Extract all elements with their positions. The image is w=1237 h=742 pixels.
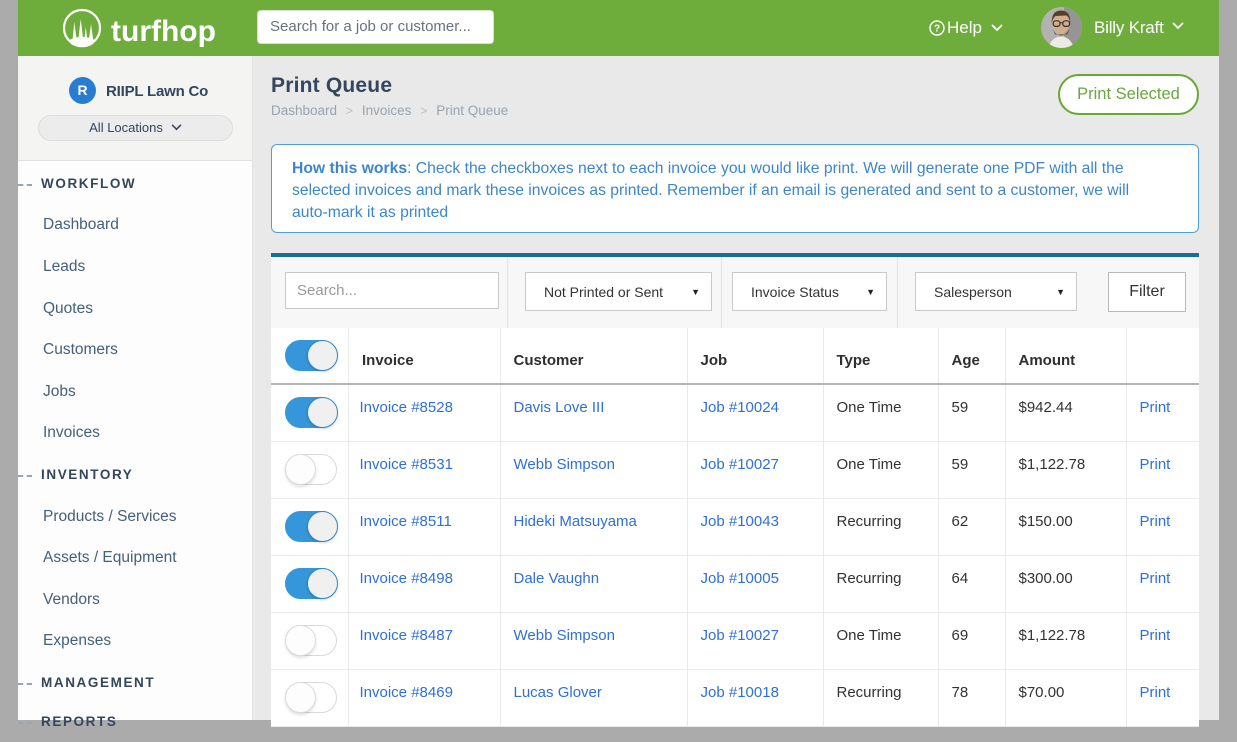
svg-text:?: ? [934, 23, 940, 34]
